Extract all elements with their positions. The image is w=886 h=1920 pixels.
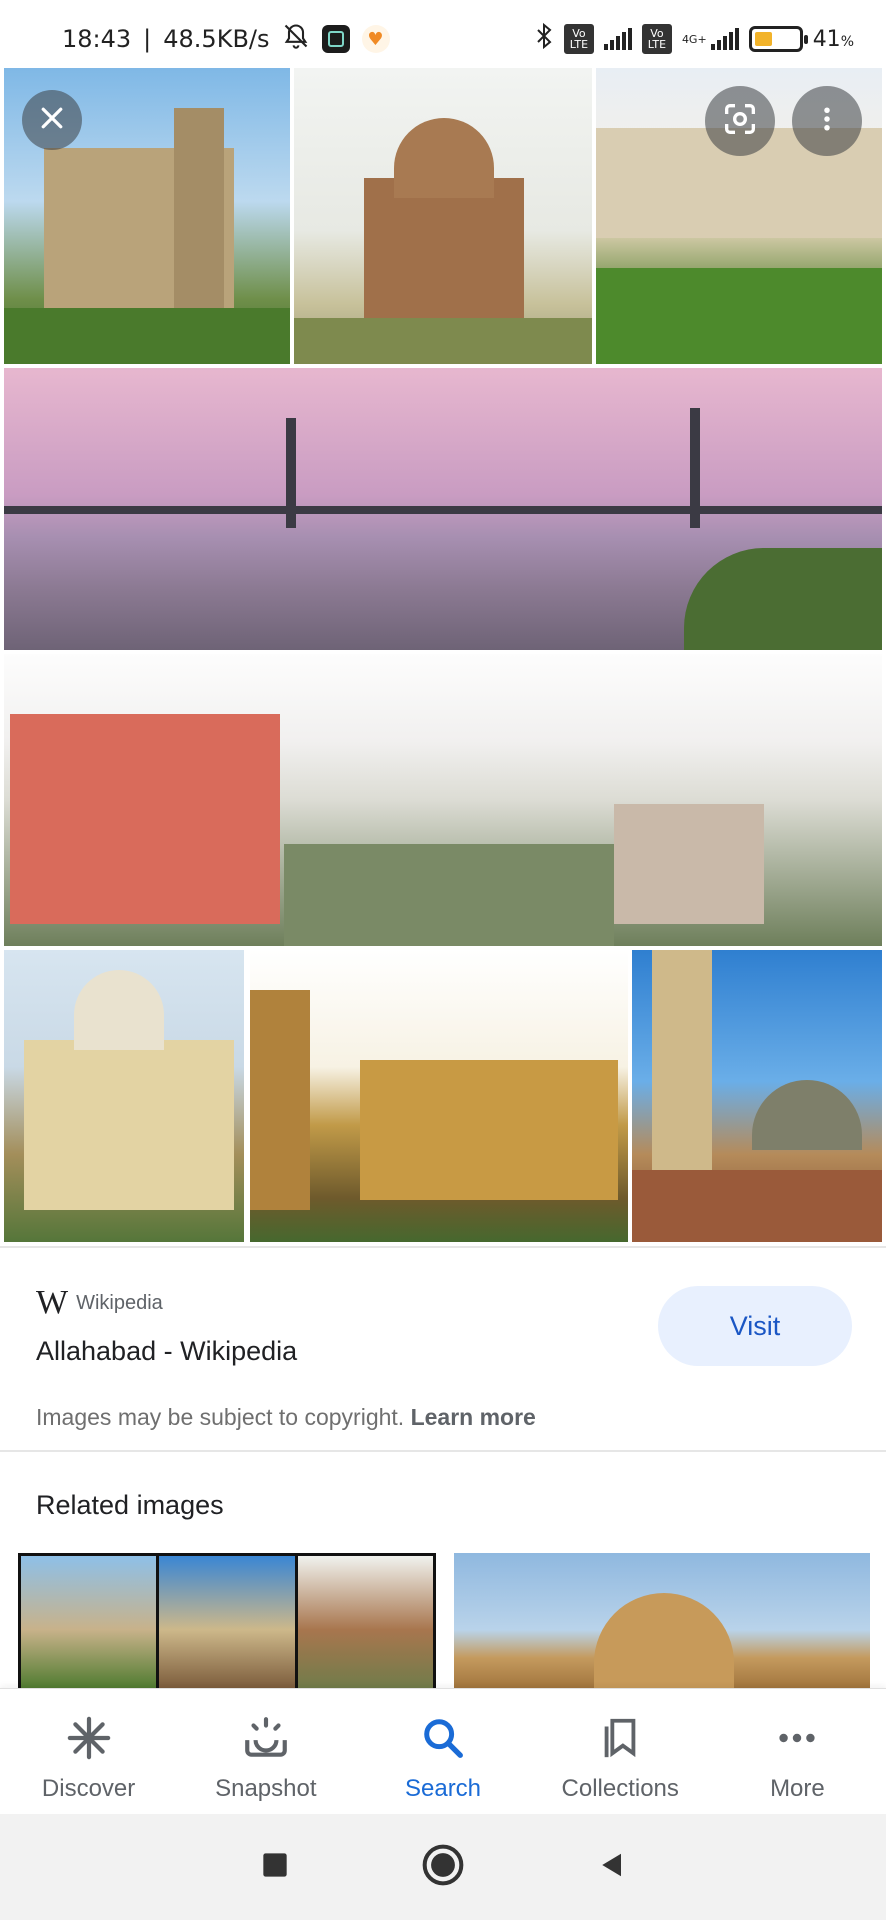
nav-discover-label: Discover [41,1775,136,1802]
heart-notification-icon: ♥ [361,25,390,53]
nav-more[interactable]: More [709,1689,886,1814]
collage-image-university [250,950,628,1242]
site-name: Wikipedia [76,1291,163,1314]
university-hall-shape [360,1060,618,1200]
status-bar: 18:43 | 48.5KB/s ♥ Vo LTE Vo LTE 4G+ 41% [0,0,886,72]
nav-snapshot[interactable]: Snapshot [177,1689,354,1814]
tomb-body-shape [364,178,524,318]
related-1-panel-minaret [159,1556,298,1690]
wikipedia-logo-icon: W [36,1284,68,1321]
source-site[interactable]: W Wikipedia [36,1284,163,1322]
search-icon [416,1711,470,1765]
volte-badge-2: Vo LTE [641,24,672,54]
triangle-back-icon [596,1848,626,1887]
volte-badge-1: Vo LTE [563,24,594,54]
recents-button[interactable] [253,1845,297,1889]
more-horiz-icon [770,1711,824,1765]
section-divider [0,1450,886,1452]
palace-body-shape [24,1040,234,1210]
collage-image-bridge [4,368,882,650]
related-image-1[interactable] [18,1553,436,1693]
bridge-deck-shape [4,506,882,514]
nav-discover[interactable]: Discover [0,1689,177,1814]
lawn-shape [4,308,290,364]
source-title[interactable]: Allahabad - Wikipedia [36,1336,297,1367]
minaret-dome-shape [752,1080,862,1150]
nav-snapshot-label: Snapshot [215,1775,317,1802]
signal-icon-2 [710,28,739,50]
related-1-panel-cathedral [21,1556,160,1690]
collage-image-minaret [632,950,882,1242]
palace-dome-shape [74,970,164,1050]
silent-bell-icon [282,22,310,56]
home-button[interactable] [421,1843,465,1892]
related-images-title: Related images [36,1490,224,1520]
tall-building-shape [10,714,280,924]
related-image-2[interactable] [454,1553,870,1693]
nav-more-label: More [770,1775,825,1802]
tomb-dome-shape [394,118,494,198]
battery-fill [754,32,772,46]
minaret-shape [652,950,712,1190]
signal-icon-1 [603,28,632,50]
garden-shape [294,318,592,364]
status-separator: | [143,25,152,53]
snapshot-icon [239,1711,293,1765]
source-panel: W Wikipedia Allahabad - Wikipedia Visit … [0,1246,886,1452]
bottom-navigation: Discover Snapshot Search Collections Mor… [0,1688,886,1814]
close-icon [37,100,67,140]
circle-icon [421,1843,465,1892]
nav-search[interactable]: Search [354,1689,531,1814]
related-1-panel-tomb [297,1556,433,1690]
more-options-button[interactable] [792,86,862,156]
bridge-pylon-left-shape [286,418,296,528]
network-type-label: 4G+ [681,32,707,46]
close-button[interactable] [22,90,82,150]
app-notification-icon [321,25,350,53]
collage-image-city [4,654,882,946]
cathedral-tower-shape [174,108,224,308]
battery-icon [748,26,808,52]
system-navigation-bar [0,1814,886,1920]
learn-more-link[interactable]: Learn more [411,1404,536,1430]
riverbank-trees-shape [684,548,882,650]
bluetooth-icon [534,22,554,56]
nav-search-label: Search [404,1775,482,1802]
collage-image-tomb [294,68,592,364]
battery-percent: 41% [812,26,854,52]
bridge-pylon-right-shape [690,408,700,528]
copyright-text: Images may be subject to copyright. [36,1404,405,1430]
square-icon [261,1851,289,1884]
status-time: 18:43 [62,25,132,53]
building-right-shape [614,804,764,924]
lens-button[interactable] [705,86,775,156]
asterisk-icon [62,1711,116,1765]
collage-image-palace [4,950,244,1242]
copyright-notice: Images may be subject to copyright. Lear… [36,1404,536,1431]
court-lawn-shape [596,268,882,364]
clock-tower-shape [250,990,310,1210]
more-vert-icon [812,104,842,139]
status-left: 18:43 | 48.5KB/s ♥ [62,22,390,56]
related-2-dome-shape [594,1593,734,1693]
status-right: Vo LTE Vo LTE 4G+ 41% [534,22,854,56]
image-viewer[interactable] [0,66,886,1246]
arcade-shape [632,1170,882,1242]
lens-icon [720,99,760,144]
collections-icon [593,1711,647,1765]
nav-collections[interactable]: Collections [532,1689,709,1814]
nav-collections-label: Collections [561,1775,679,1802]
status-speed: 48.5KB/s [163,25,270,53]
rooftops-shape [284,844,614,946]
back-button[interactable] [589,1845,633,1889]
visit-button[interactable]: Visit [658,1286,852,1366]
